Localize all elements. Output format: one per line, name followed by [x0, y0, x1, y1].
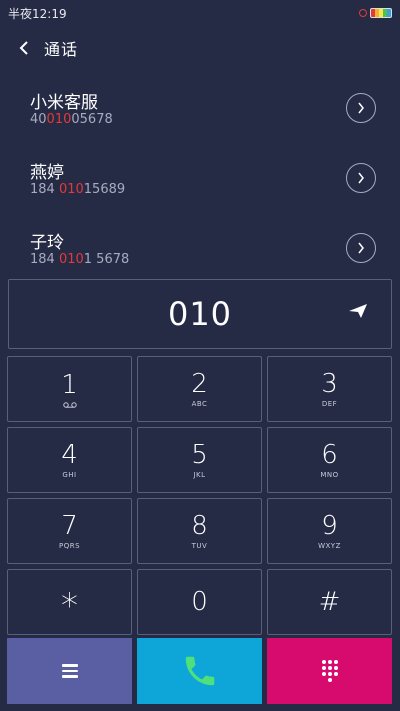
key-6[interactable]: 6 MNO	[267, 427, 392, 493]
key-7[interactable]: 7 PQRS	[7, 498, 132, 564]
contact-item[interactable]: 子玲 184 0101 5678	[0, 214, 400, 284]
dialed-number: 010	[167, 295, 233, 333]
contact-item[interactable]: 小米客服 4001005678	[0, 74, 400, 144]
call-button[interactable]	[137, 638, 262, 704]
voicemail-icon	[62, 401, 77, 408]
bottom-action-bar	[7, 638, 393, 704]
key-digit: 6	[321, 439, 338, 470]
key-5[interactable]: 5 JKL	[137, 427, 262, 493]
status-time: 半夜12:19	[8, 6, 67, 21]
contact-name: 燕婷	[30, 163, 64, 183]
key-digit: 4	[61, 439, 78, 470]
key-digit: 8	[191, 510, 208, 541]
status-icons	[359, 8, 392, 18]
key-1[interactable]: 1	[7, 356, 132, 422]
chevron-right-icon	[358, 172, 364, 184]
menu-button[interactable]	[7, 638, 132, 704]
key-letters: PQRS	[58, 541, 81, 550]
contact-number: 4001005678	[30, 112, 113, 127]
key-star[interactable]: *	[7, 569, 132, 635]
key-letters: TUV	[191, 541, 208, 550]
key-letters: JKL	[193, 470, 206, 479]
key-2[interactable]: 2 ABC	[137, 356, 262, 422]
key-digit: 2	[191, 368, 208, 399]
contact-number: 184 01015689	[30, 182, 126, 197]
number-match: 010	[46, 112, 72, 127]
page-title: 通话	[44, 40, 79, 59]
chevron-right-icon	[358, 102, 364, 114]
key-digit: 9	[321, 510, 338, 541]
contact-detail-button[interactable]	[346, 93, 376, 123]
chevron-left-icon	[19, 41, 28, 55]
number-match: 010	[58, 252, 84, 267]
key-digit: 7	[61, 510, 78, 541]
key-0[interactable]: 0	[137, 569, 262, 635]
header: 通话	[0, 30, 400, 66]
menu-icon	[61, 661, 78, 681]
key-digit: *	[61, 586, 78, 626]
key-4[interactable]: 4 GHI	[7, 427, 132, 493]
key-letters: ABC	[191, 399, 208, 408]
key-digit: 5	[191, 439, 208, 470]
dial-display: 010	[8, 279, 392, 349]
key-hash[interactable]: #	[267, 569, 392, 635]
key-digit: 0	[191, 587, 208, 617]
keypad: 1 2 ABC 3 DEF 4 GHI 5 JKL 6 MNO 7 PQRS 8…	[7, 356, 393, 635]
key-digit: #	[318, 587, 341, 617]
contact-detail-button[interactable]	[346, 233, 376, 263]
key-9[interactable]: 9 WXYZ	[267, 498, 392, 564]
contact-list: 小米客服 4001005678 燕婷 184 01015689 子玲 184 0…	[0, 74, 400, 284]
back-button[interactable]	[14, 33, 34, 63]
key-letters: MNO	[320, 470, 339, 479]
contact-detail-button[interactable]	[346, 163, 376, 193]
key-3[interactable]: 3 DEF	[267, 356, 392, 422]
status-bar: 半夜12:19	[0, 0, 400, 26]
dialpad-button[interactable]	[267, 638, 392, 704]
chevron-right-icon	[358, 242, 364, 254]
key-letters: DEF	[321, 399, 338, 408]
phone-icon	[185, 656, 214, 686]
dialpad-icon	[321, 660, 338, 682]
number-match: 010	[58, 182, 84, 197]
key-letters: WXYZ	[318, 541, 341, 550]
alarm-icon	[359, 9, 367, 17]
contact-number: 184 0101 5678	[30, 252, 130, 267]
key-8[interactable]: 8 TUV	[137, 498, 262, 564]
contact-item[interactable]: 燕婷 184 01015689	[0, 144, 400, 214]
contact-name: 小米客服	[30, 93, 98, 113]
contact-name: 子玲	[30, 233, 64, 253]
key-digit: 3	[321, 368, 338, 399]
send-icon[interactable]	[347, 300, 369, 322]
key-letters: GHI	[62, 470, 77, 479]
key-digit: 1	[61, 369, 78, 400]
battery-icon	[370, 8, 392, 18]
